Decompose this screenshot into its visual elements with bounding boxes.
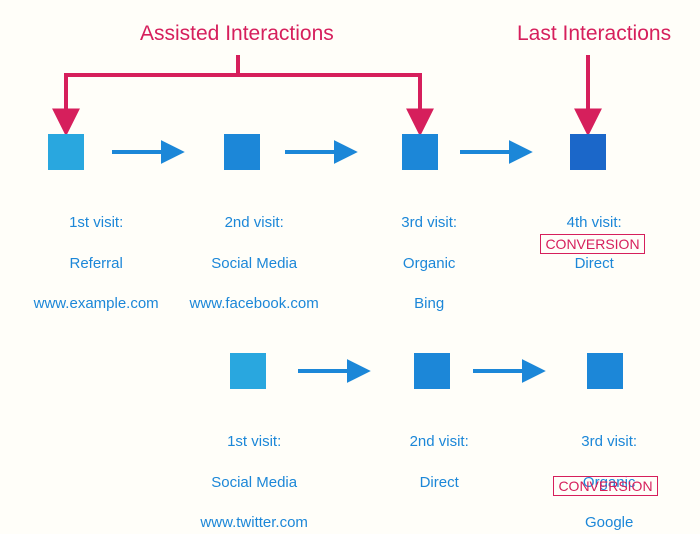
visit-channel: Social Media: [211, 474, 297, 491]
visit-title: 1st visit:: [69, 214, 123, 231]
visit-title: 4th visit:: [567, 214, 622, 231]
visit-channel: Organic: [403, 255, 456, 272]
visit-box-1-4: [570, 134, 606, 170]
heading-assisted: Assisted Interactions: [140, 22, 334, 46]
visit-box-2-2: [414, 353, 450, 389]
visit-box-1-1: [48, 134, 84, 170]
conversion-badge-1: CONVERSION: [540, 234, 645, 254]
visit-detail: Bing: [414, 295, 444, 312]
visit-box-2-1: [230, 353, 266, 389]
visit-label-2-2: 2nd visit: Direct: [380, 412, 490, 493]
visit-box-1-2: [224, 134, 260, 170]
visit-label-1-1: 1st visit: Referral www.example.com: [22, 193, 162, 315]
visit-channel: Direct: [575, 255, 614, 272]
visit-detail: www.example.com: [34, 295, 159, 312]
visit-title: 3rd visit:: [581, 433, 637, 450]
visit-title: 1st visit:: [227, 433, 281, 450]
visit-title: 2nd visit:: [410, 433, 469, 450]
conversion-badge-2: CONVERSION: [553, 476, 658, 496]
visit-channel: Social Media: [211, 255, 297, 272]
visit-label-1-3: 3rd visit: Organic Bing: [375, 193, 475, 315]
visit-channel: Direct: [420, 474, 459, 491]
visit-label-2-1: 1st visit: Social Media www.twitter.com: [180, 412, 320, 534]
visit-title: 3rd visit:: [401, 214, 457, 231]
visit-channel: Referral: [69, 255, 122, 272]
visit-box-1-3: [402, 134, 438, 170]
assisted-arrow-right: [238, 55, 420, 114]
visit-detail: www.facebook.com: [190, 295, 319, 312]
assisted-arrow-left: [66, 55, 238, 114]
visit-label-2-3: 3rd visit: Organic Google: [555, 412, 655, 534]
heading-last: Last Interactions: [517, 22, 671, 46]
visit-label-1-2: 2nd visit: Social Media www.facebook.com: [175, 193, 325, 315]
visit-title: 2nd visit:: [225, 214, 284, 231]
visit-box-2-3: [587, 353, 623, 389]
